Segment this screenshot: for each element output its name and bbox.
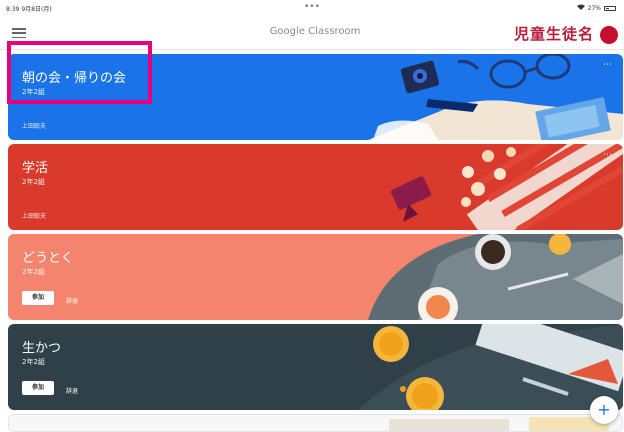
class-card-title[interactable]: 生かつ bbox=[22, 337, 61, 356]
decline-link[interactable]: 辞退 bbox=[66, 296, 78, 305]
class-card-owner: 上田聡夫 bbox=[22, 123, 47, 130]
class-card-illustration bbox=[389, 417, 609, 431]
status-date: 9月8日(月) bbox=[21, 6, 52, 13]
more-options-icon[interactable]: ⋯ bbox=[603, 60, 613, 70]
avatar[interactable] bbox=[600, 26, 618, 44]
more-options-icon[interactable]: ⋯ bbox=[603, 150, 613, 160]
join-button[interactable]: 参加 bbox=[22, 291, 54, 305]
class-card-section: 2年2組 bbox=[22, 178, 45, 186]
class-card-section: 2年2組 bbox=[22, 268, 45, 276]
status-time: 8:39 bbox=[6, 6, 20, 13]
status-dots: ••• bbox=[304, 2, 320, 12]
class-card-section: 2年2組 bbox=[22, 358, 45, 366]
class-card-illustration bbox=[391, 144, 623, 230]
class-card-life-studies[interactable]: 生かつ 2年2組 参加 辞退 bbox=[8, 324, 623, 410]
class-card-illustration bbox=[368, 234, 623, 320]
class-card-title[interactable]: 学活 bbox=[22, 157, 48, 176]
status-indicators: 27% bbox=[576, 4, 616, 12]
add-class-button[interactable]: + bbox=[590, 396, 618, 424]
status-time-date: 8:39 9月8日(月) bbox=[6, 4, 52, 13]
class-card-homeroom[interactable]: 学活 2年2組 上田聡夫 ⋯ bbox=[8, 144, 623, 230]
student-name-label: 児童生徒名 bbox=[513, 25, 594, 43]
app-title: Google Classroom bbox=[269, 26, 361, 37]
class-card-title[interactable]: どうとく bbox=[22, 247, 74, 266]
battery-percent: 27% bbox=[587, 4, 601, 12]
class-card-illustration bbox=[358, 324, 623, 410]
wifi-icon bbox=[576, 4, 585, 12]
join-button[interactable]: 参加 bbox=[22, 381, 54, 395]
menu-icon[interactable] bbox=[12, 28, 26, 38]
highlight-box bbox=[7, 41, 152, 104]
class-card-moral-education[interactable]: どうとく 2年2組 参加 辞退 bbox=[8, 234, 623, 320]
status-bar: 8:39 9月8日(月) ••• 27% bbox=[0, 0, 624, 18]
battery-icon bbox=[604, 5, 616, 11]
class-card-partial[interactable] bbox=[8, 414, 623, 432]
decline-link[interactable]: 辞退 bbox=[66, 386, 78, 395]
class-card-owner: 上田聡夫 bbox=[22, 213, 47, 220]
